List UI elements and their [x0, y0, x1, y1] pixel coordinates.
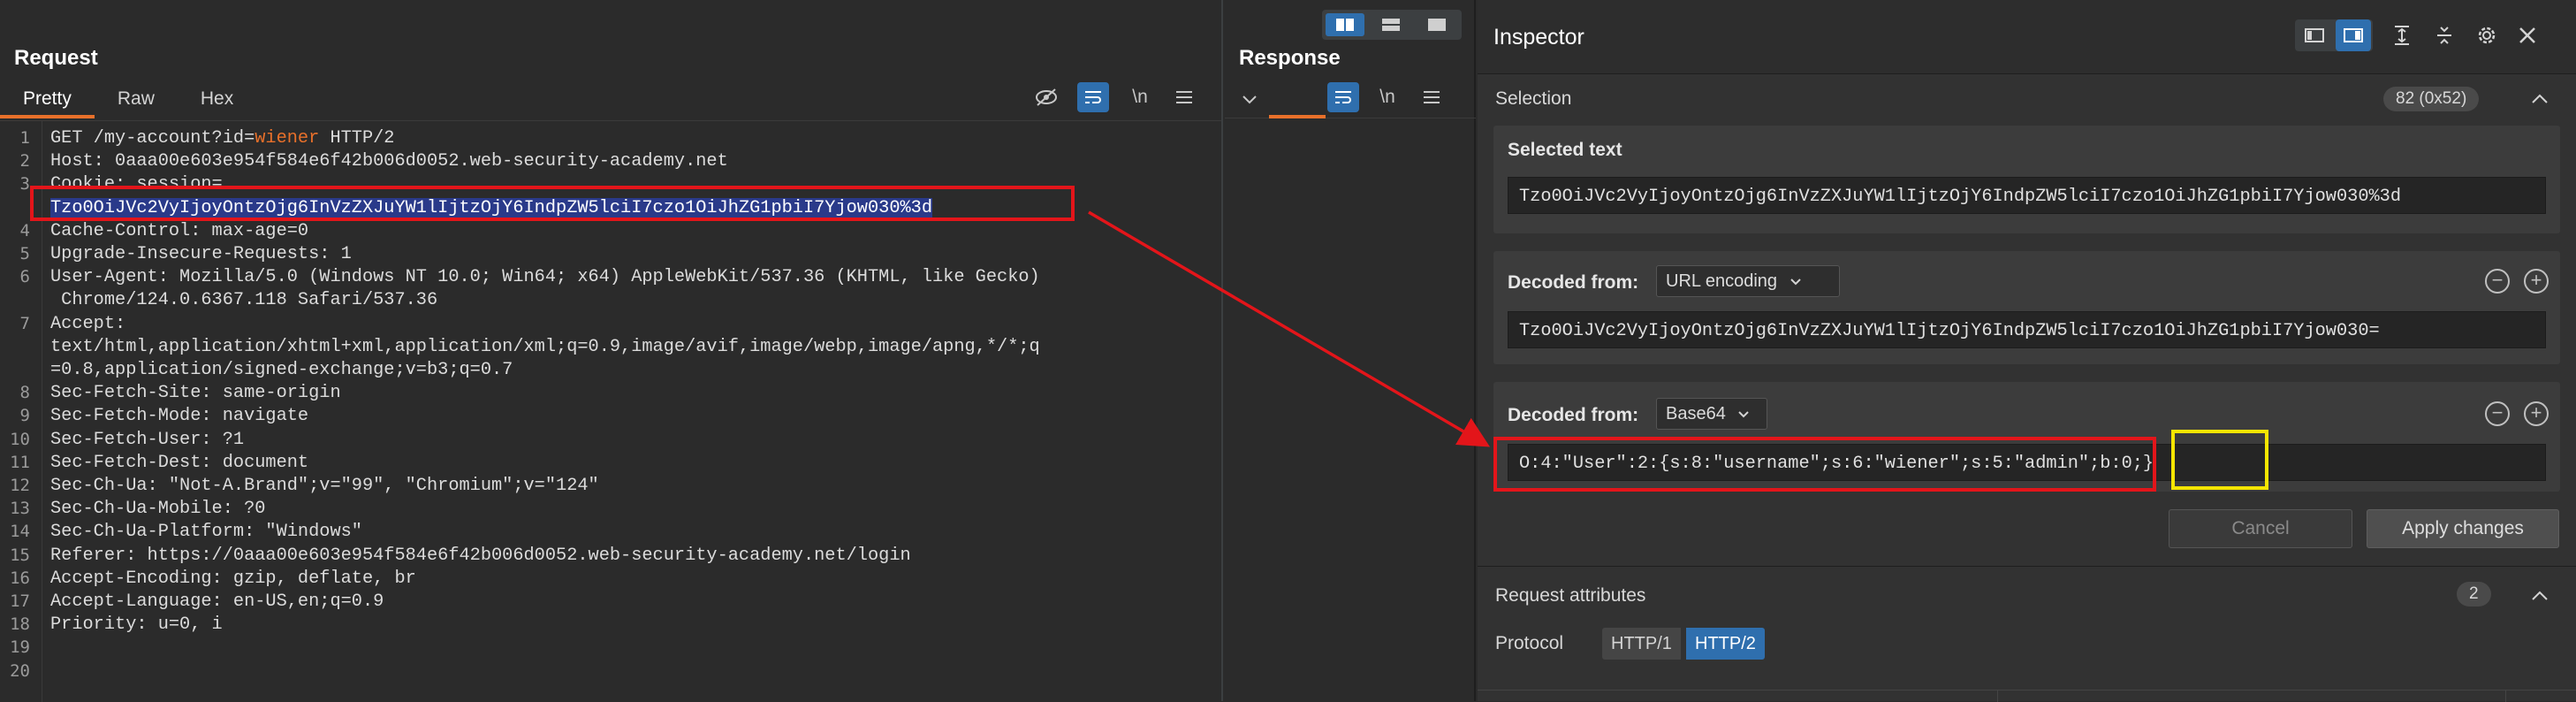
annotation-arrow: [1088, 210, 1491, 447]
